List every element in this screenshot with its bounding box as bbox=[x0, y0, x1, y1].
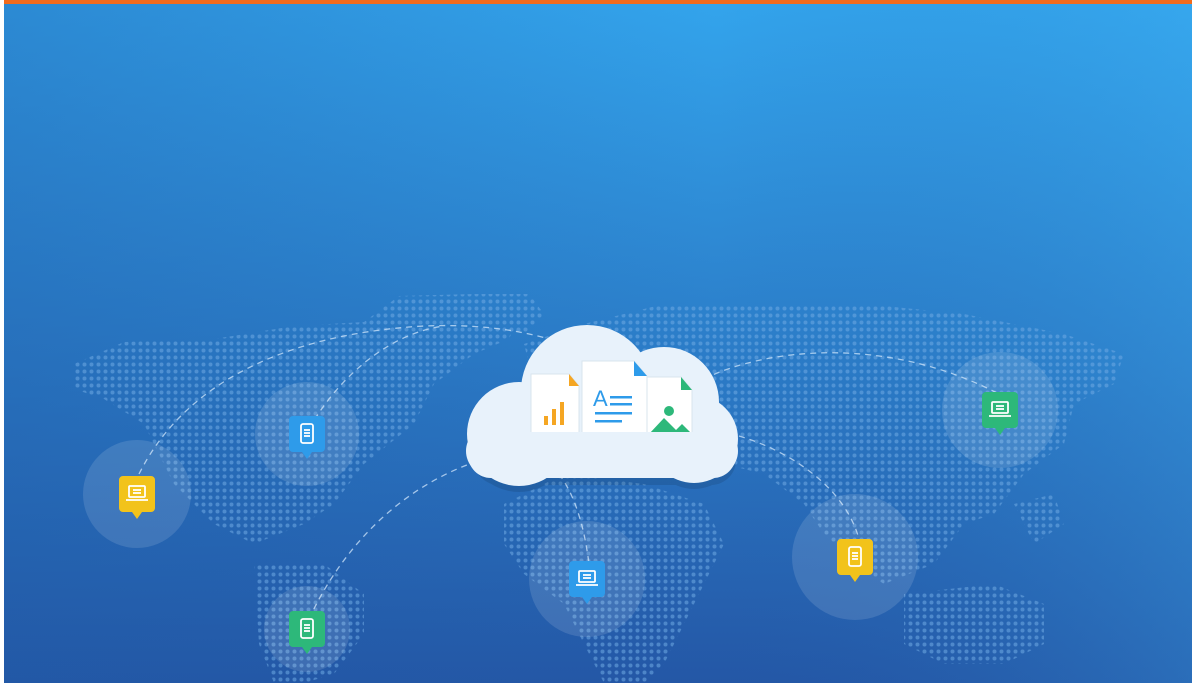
hero-banner: A bbox=[0, 0, 1192, 683]
chart-file-icon bbox=[530, 373, 580, 435]
pin-blue-laptop-center bbox=[529, 521, 645, 637]
text-file-icon: A bbox=[581, 360, 648, 443]
pin-green-laptop-right bbox=[942, 352, 1058, 468]
pin-green-phone-bottom bbox=[264, 586, 350, 672]
pin-yellow-laptop-left bbox=[83, 440, 191, 548]
illustration-canvas: A bbox=[4, 4, 1192, 683]
pin-blue-phone-left bbox=[255, 382, 359, 486]
cloud-sync-illustration: A bbox=[4, 4, 1192, 683]
svg-text:A: A bbox=[593, 386, 608, 411]
image-file-icon bbox=[646, 376, 693, 441]
pin-yellow-phone-right bbox=[792, 494, 918, 620]
